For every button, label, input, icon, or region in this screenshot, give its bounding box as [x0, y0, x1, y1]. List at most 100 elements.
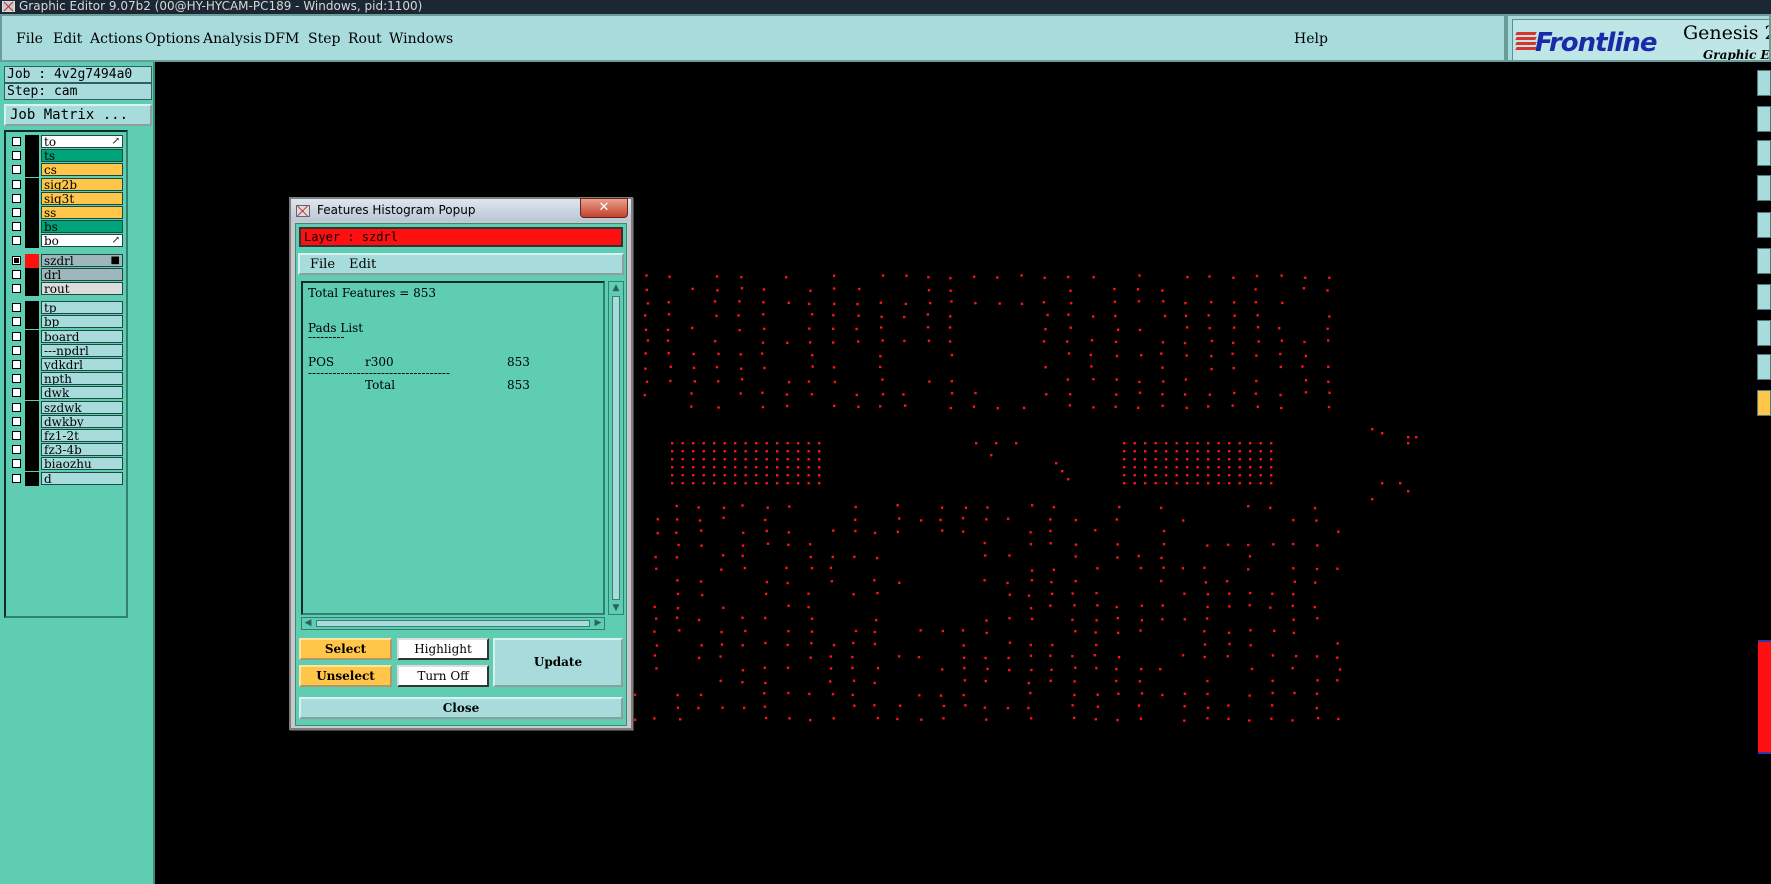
layer-name[interactable]: szdwk	[41, 400, 123, 414]
unselect-button[interactable]: Unselect	[299, 665, 392, 687]
close-icon[interactable]: ✕	[580, 198, 628, 218]
scroll-down-icon[interactable]: ▼	[611, 603, 621, 613]
layer-checkbox[interactable]	[12, 193, 21, 203]
layer-color-swatch[interactable]	[25, 234, 39, 249]
layer-name[interactable]: ss	[41, 206, 123, 219]
layer-name[interactable]: cs	[41, 163, 123, 177]
layer-checkbox[interactable]	[12, 303, 21, 313]
layer-name[interactable]: bp	[41, 315, 123, 329]
layer-name[interactable]: dwkby	[41, 414, 123, 428]
layer-name[interactable]: rout	[41, 282, 123, 295]
toolbar-button[interactable]	[1757, 70, 1771, 96]
menu-rout[interactable]: Rout	[348, 31, 382, 47]
layer-row-sig3t[interactable]: sig3t	[8, 191, 124, 206]
menu-step[interactable]: Step	[308, 31, 340, 47]
layer-checkbox[interactable]	[12, 269, 21, 279]
turn-off-button[interactable]: Turn Off	[397, 665, 489, 687]
layer-name[interactable]: npth	[41, 372, 123, 386]
layer-name[interactable]: szdrl ■	[41, 253, 123, 267]
layer-row-biaozhu[interactable]: biaozhu	[8, 457, 124, 472]
layer-color-swatch[interactable]	[25, 329, 39, 344]
layer-checkbox[interactable]	[12, 360, 21, 369]
layer-row-drl[interactable]: drl	[8, 267, 124, 282]
layer-row-szdwk[interactable]: szdwk	[8, 400, 124, 415]
layer-color-swatch[interactable]	[25, 177, 39, 192]
layer-color-swatch[interactable]	[25, 358, 39, 372]
layer-color-swatch[interactable]	[25, 429, 39, 443]
toolbar-button[interactable]	[1757, 212, 1771, 238]
layer-checkbox[interactable]	[12, 445, 21, 455]
menu-analysis[interactable]: Analysis	[203, 31, 262, 47]
highlight-button[interactable]: Highlight	[397, 638, 489, 660]
scroll-left-icon[interactable]: ◀	[303, 618, 313, 629]
layer-row-szdrl[interactable]: szdrl ■	[8, 253, 124, 268]
layer-name[interactable]: bs	[41, 220, 123, 234]
layer-checkbox[interactable]	[12, 165, 21, 175]
popup-menu-file[interactable]: File	[310, 257, 335, 272]
layer-color-swatch[interactable]	[25, 372, 39, 387]
toolbar-button[interactable]	[1757, 320, 1771, 346]
layer-name[interactable]: tp	[41, 301, 123, 315]
layer-checkbox[interactable]	[12, 208, 21, 217]
menu-help[interactable]: Help	[1294, 31, 1328, 47]
scroll-up-icon[interactable]: ▲	[611, 283, 621, 293]
layer-checkbox[interactable]	[12, 179, 21, 189]
layer-checkbox[interactable]	[12, 137, 21, 146]
layer-checkbox[interactable]	[12, 473, 21, 483]
layer-name[interactable]: d	[41, 471, 123, 485]
layer-row-to[interactable]: to ↗	[8, 135, 124, 149]
scroll-track[interactable]	[612, 296, 620, 600]
layer-row-ts[interactable]: ts	[8, 149, 124, 164]
layer-checkbox[interactable]	[12, 345, 21, 355]
layer-row-bs[interactable]: bs	[8, 220, 124, 235]
toolbar-button[interactable]	[1757, 106, 1771, 132]
layer-color-swatch[interactable]	[25, 414, 39, 429]
layer-color-swatch[interactable]	[25, 457, 39, 472]
layer-row-bp[interactable]: bp	[8, 315, 124, 330]
layer-row-board[interactable]: board	[8, 329, 124, 344]
layer-row-sig2b[interactable]: sig2b	[8, 177, 124, 192]
layer-color-swatch[interactable]	[25, 267, 39, 282]
layer-name[interactable]: to ↗	[41, 135, 123, 148]
scroll-track[interactable]	[316, 620, 590, 627]
layer-name[interactable]: bo ↗	[41, 234, 123, 248]
layer-color-swatch[interactable]	[25, 443, 39, 458]
layer-row-rout[interactable]: rout	[8, 282, 124, 296]
layer-name[interactable]: fz1-2t	[41, 429, 123, 442]
toolbar-button[interactable]	[1757, 284, 1771, 310]
select-button[interactable]: Select	[299, 638, 392, 660]
update-button[interactable]: Update	[493, 638, 623, 687]
layer-row-ss[interactable]: ss	[8, 206, 124, 220]
layer-row-fz34b[interactable]: fz3-4b	[8, 443, 124, 458]
vertical-scrollbar[interactable]: ▲ ▼	[608, 281, 624, 615]
menu-file[interactable]: File	[16, 31, 43, 47]
toolbar-button[interactable]	[1757, 175, 1771, 201]
layer-name[interactable]: ydkdrl	[41, 358, 123, 371]
layer-row-dwk[interactable]: dwk	[8, 386, 124, 401]
close-button[interactable]: Close	[299, 697, 623, 719]
layer-checkbox[interactable]	[12, 431, 21, 440]
layer-checkbox[interactable]	[12, 236, 21, 246]
layer-row-d[interactable]: d	[8, 471, 124, 486]
layer-color-swatch[interactable]	[25, 400, 39, 415]
layer-name[interactable]: sig2b	[41, 177, 123, 191]
toolbar-button[interactable]	[1757, 140, 1771, 166]
toolbar-button[interactable]	[1757, 390, 1771, 416]
layer-row-cs[interactable]: cs	[8, 163, 124, 178]
job-matrix-button[interactable]: Job Matrix ...	[4, 104, 152, 126]
toolbar-button[interactable]	[1757, 354, 1771, 380]
layer-color-swatch[interactable]	[25, 282, 39, 296]
layer-row-npdrl[interactable]: ---npdrl	[8, 343, 124, 358]
popup-title-bar[interactable]: Features Histogram Popup ✕	[291, 198, 631, 221]
menu-options[interactable]: Options	[145, 31, 200, 47]
layer-checkbox[interactable]	[12, 317, 21, 327]
layer-color-swatch[interactable]	[25, 471, 39, 486]
popup-menu-edit[interactable]: Edit	[349, 257, 376, 272]
layer-row-bo[interactable]: bo ↗	[8, 234, 124, 249]
menu-dfm[interactable]: DFM	[264, 31, 299, 47]
menu-actions[interactable]: Actions	[90, 31, 143, 47]
layer-name[interactable]: fz3-4b	[41, 443, 123, 457]
layer-checkbox[interactable]	[12, 416, 21, 426]
layer-color-swatch[interactable]	[25, 149, 39, 164]
layer-color-swatch[interactable]	[25, 191, 39, 206]
